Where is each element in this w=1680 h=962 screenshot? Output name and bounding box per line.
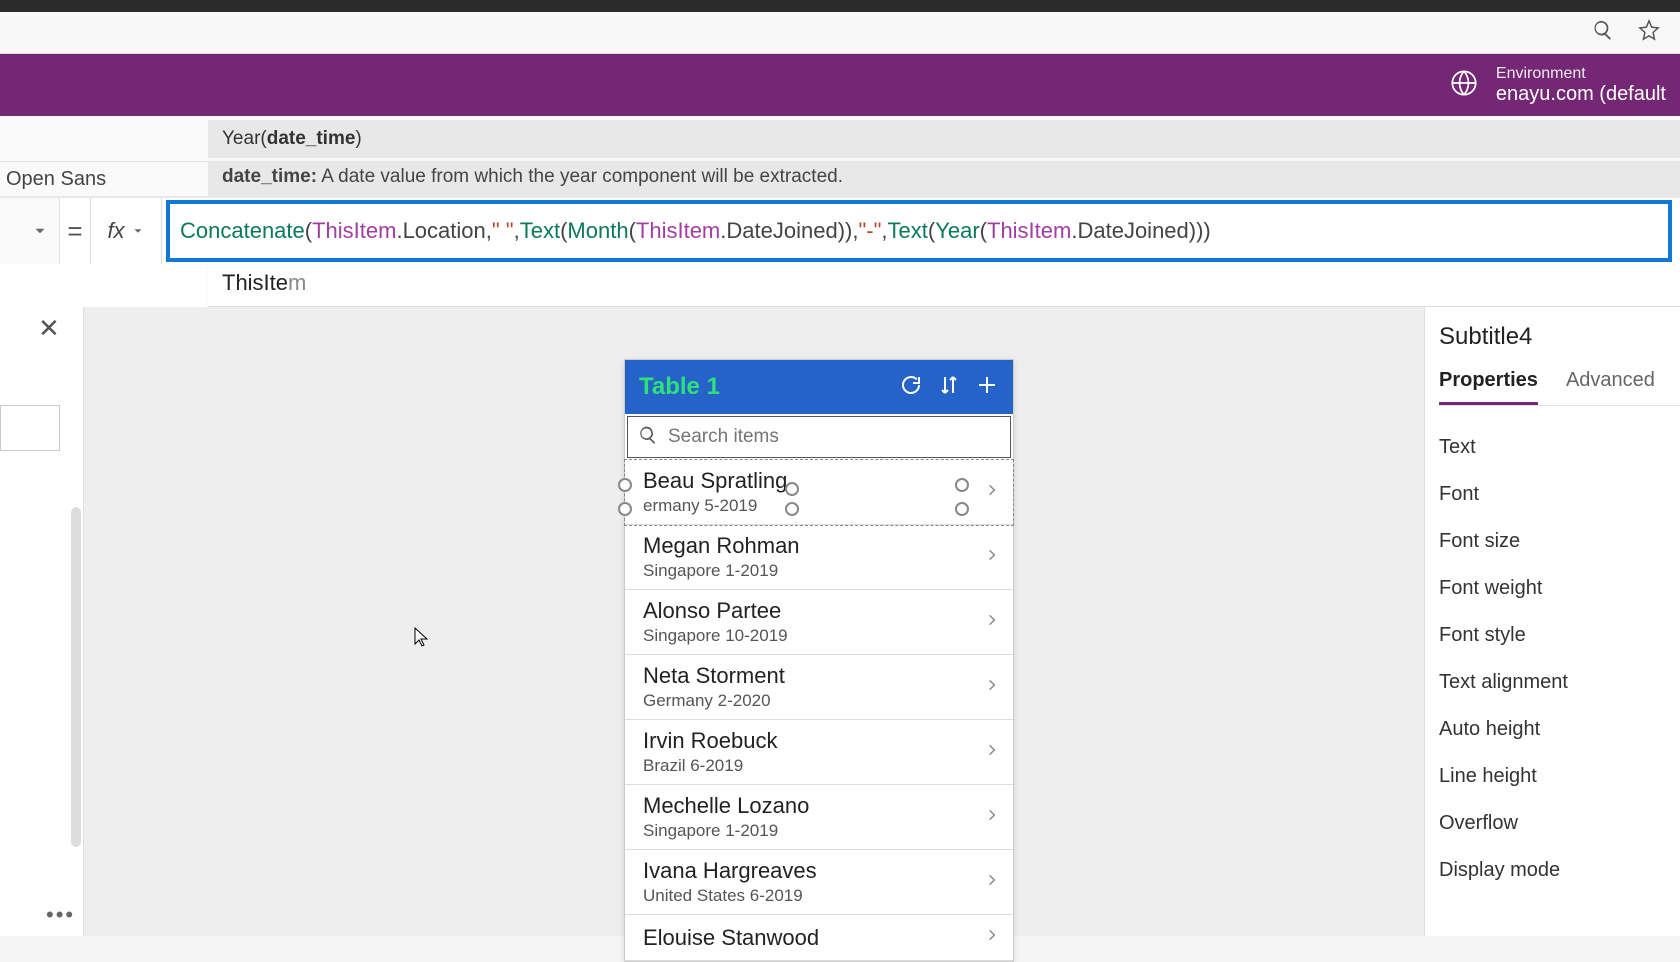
close-icon[interactable]: ✕ <box>38 313 60 344</box>
property-row[interactable]: Text alignment <box>1439 659 1680 706</box>
item-title: Mechelle Lozano <box>643 793 985 819</box>
tab-advanced[interactable]: Advanced <box>1566 369 1655 405</box>
properties-panel: Subtitle4 Properties Advanced TextFontFo… <box>1424 307 1680 936</box>
item-subtitle: Singapore 1-2019 <box>643 561 985 581</box>
more-icon[interactable]: ••• <box>46 902 75 928</box>
item-title: Ivana Hargreaves <box>643 858 985 884</box>
tree-search-input[interactable] <box>0 405 60 451</box>
fx-button[interactable]: fx <box>90 198 162 264</box>
item-title: Elouise Stanwood <box>643 925 985 951</box>
gallery-control[interactable]: Table 1 Beau Spratlingermany 5-2019Megan… <box>624 359 1014 962</box>
property-row[interactable]: Font style <box>1439 612 1680 659</box>
item-subtitle: Singapore 1-2019 <box>643 821 985 841</box>
property-selector[interactable] <box>0 198 60 264</box>
item-title: Neta Storment <box>643 663 985 689</box>
item-title: Alonso Partee <box>643 598 985 624</box>
property-row[interactable]: Auto height <box>1439 706 1680 753</box>
property-row[interactable]: Text <box>1439 424 1680 471</box>
property-row[interactable]: Font size <box>1439 518 1680 565</box>
gallery-search[interactable] <box>627 416 1011 458</box>
list-item[interactable]: Ivana HargreavesUnited States 6-2019 <box>625 850 1013 915</box>
list-item[interactable]: Mechelle LozanoSingapore 1-2019 <box>625 785 1013 850</box>
formula-bar-row: = fx Concatenate(ThisItem.Location, " ",… <box>0 198 1680 264</box>
browser-toolbar <box>0 12 1680 54</box>
gallery-header: Table 1 <box>625 360 1013 414</box>
chevron-right-icon[interactable] <box>985 868 999 897</box>
item-title: Megan Rohman <box>643 533 985 559</box>
item-subtitle: ermany 5-2019 <box>643 496 985 516</box>
chevron-right-icon[interactable] <box>985 478 999 507</box>
ribbon-row: Year(date_time) <box>0 116 1680 162</box>
item-subtitle: Singapore 10-2019 <box>643 626 985 646</box>
chevron-right-icon[interactable] <box>985 923 999 952</box>
tab-properties[interactable]: Properties <box>1439 369 1538 405</box>
selected-control-name: Subtitle4 <box>1439 323 1680 351</box>
chevron-right-icon[interactable] <box>985 543 999 572</box>
property-row[interactable]: Font weight <box>1439 565 1680 612</box>
sort-icon[interactable] <box>937 373 961 402</box>
item-subtitle: Germany 2-2020 <box>643 691 985 711</box>
property-row[interactable]: Font <box>1439 471 1680 518</box>
tree-view-panel: ✕ ••• <box>0 307 84 936</box>
scrollbar[interactable] <box>71 507 81 847</box>
item-subtitle: Brazil 6-2019 <box>643 756 985 776</box>
item-title: Irvin Roebuck <box>643 728 985 754</box>
search-icon <box>638 425 658 450</box>
list-item[interactable]: Beau Spratlingermany 5-2019 <box>625 460 1013 525</box>
list-item[interactable]: Neta StormentGermany 2-2020 <box>625 655 1013 720</box>
canvas[interactable]: Table 1 Beau Spratlingermany 5-2019Megan… <box>84 307 1424 936</box>
search-icon[interactable] <box>1592 19 1614 46</box>
property-row[interactable]: Line height <box>1439 753 1680 800</box>
item-title: Beau Spratling <box>643 468 985 494</box>
add-icon[interactable] <box>975 373 999 402</box>
property-row[interactable]: Overflow <box>1439 800 1680 847</box>
property-row[interactable]: Display mode <box>1439 847 1680 894</box>
list-item[interactable]: Elouise Stanwood <box>625 915 1013 961</box>
star-icon[interactable] <box>1638 19 1660 46</box>
list-item[interactable]: Megan RohmanSingapore 1-2019 <box>625 525 1013 590</box>
environment-label: Environment <box>1496 65 1666 83</box>
param-help: date_time: A date value from which the y… <box>208 162 857 198</box>
list-item[interactable]: Alonso ParteeSingapore 10-2019 <box>625 590 1013 655</box>
chevron-right-icon[interactable] <box>985 803 999 832</box>
intellisense-suggestion[interactable]: ThisItem <box>208 264 1680 307</box>
property-tabs: Properties Advanced <box>1439 369 1680 406</box>
equals-label: = <box>60 198 90 264</box>
cursor-icon <box>414 627 428 647</box>
font-selector[interactable]: Open Sans <box>0 162 208 196</box>
chevron-right-icon[interactable] <box>985 738 999 767</box>
chevron-right-icon[interactable] <box>985 608 999 637</box>
browser-tab-strip <box>0 0 1680 12</box>
formula-input[interactable]: Concatenate(ThisItem.Location, " ", Text… <box>166 200 1672 262</box>
item-subtitle: United States 6-2019 <box>643 886 985 906</box>
environment-icon <box>1450 69 1478 102</box>
search-input[interactable] <box>668 426 1000 448</box>
app-header: Environment enayu.com (default <box>0 54 1680 116</box>
list-item[interactable]: Irvin RoebuckBrazil 6-2019 <box>625 720 1013 785</box>
environment-value[interactable]: enayu.com (default <box>1496 83 1666 106</box>
gallery-title: Table 1 <box>639 373 885 401</box>
function-signature: Year(date_time) <box>208 120 1680 158</box>
chevron-right-icon[interactable] <box>985 673 999 702</box>
refresh-icon[interactable] <box>899 373 923 402</box>
